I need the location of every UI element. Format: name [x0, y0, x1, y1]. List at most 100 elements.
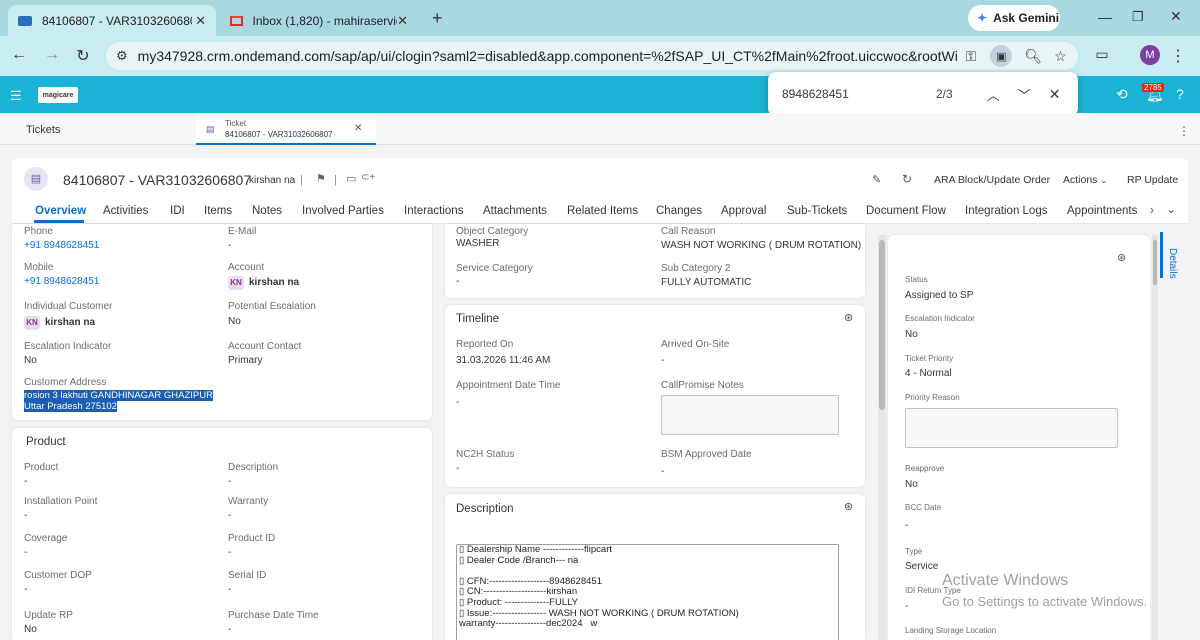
- phone-label: Phone: [24, 226, 53, 237]
- header-tab-activities[interactable]: Activities: [103, 205, 148, 217]
- rp-update-button[interactable]: RP Update: [1127, 174, 1178, 186]
- close-tab-icon[interactable]: ✕: [195, 13, 206, 29]
- zoom-icon[interactable]: 🔍︎: [1024, 48, 1042, 65]
- product-field-value: -: [228, 510, 232, 521]
- reported-on-label: Reported On: [456, 339, 514, 350]
- email-label: E-Mail: [228, 226, 257, 237]
- chrome-menu-icon[interactable]: ⋮: [1166, 46, 1190, 66]
- header-tab-interactions[interactable]: Interactions: [404, 205, 463, 217]
- restore-icon[interactable]: ❐: [1132, 9, 1144, 25]
- find-previous-icon[interactable]: ︿: [987, 85, 1000, 104]
- status-label: Status: [905, 275, 928, 284]
- panel-settings-icon[interactable]: ⊛: [1117, 251, 1126, 264]
- find-next-icon[interactable]: ﹀: [1018, 85, 1031, 104]
- reapprove-label: Reapprove: [905, 464, 945, 473]
- browser-tab-gmail[interactable]: Inbox (1,820) - mahiraservicepo ✕: [220, 5, 418, 36]
- minimize-icon[interactable]: —: [1098, 9, 1112, 25]
- header-tab-appointments[interactable]: Appointments: [1067, 205, 1137, 217]
- header-tab-integration-logs[interactable]: Integration Logs: [965, 205, 1047, 217]
- product-field-value: -: [228, 624, 232, 635]
- forward-icon[interactable]: →: [40, 46, 64, 64]
- address-bar[interactable]: ⚙ my347928.crm.ondemand.com/sap/ap/ui/cl…: [106, 42, 1078, 70]
- phone-value[interactable]: +91 8948628451: [24, 240, 99, 251]
- call-reason-value: WASH NOT WORKING ( DRUM ROTATION): [661, 240, 862, 251]
- email-value: -: [228, 240, 232, 251]
- edit-icon[interactable]: ✎: [872, 173, 881, 186]
- reload-icon[interactable]: ↻: [71, 46, 95, 66]
- mobile-value[interactable]: +91 8948628451: [24, 276, 99, 287]
- back-icon[interactable]: ←: [7, 46, 31, 64]
- product-field-value: -: [24, 510, 28, 521]
- header-tab-changes[interactable]: Changes: [656, 205, 702, 217]
- header-tab-notes[interactable]: Notes: [252, 205, 282, 217]
- product-card: [12, 428, 432, 640]
- account-value[interactable]: KN kirshan na: [228, 276, 299, 290]
- bookmark-star-icon[interactable]: ☆: [1054, 48, 1067, 65]
- description-textarea[interactable]: ▯ Dealership Name -------------flipcart ▯…: [456, 544, 839, 640]
- header-separator: |: [300, 174, 303, 186]
- comment-icon[interactable]: ▭: [346, 172, 356, 185]
- gmail-favicon-icon: [230, 15, 243, 26]
- account-label: Account: [228, 262, 265, 273]
- close-window-icon[interactable]: ✕: [1170, 8, 1182, 25]
- header-tab-attachments[interactable]: Attachments: [483, 205, 547, 217]
- refresh-icon[interactable]: ↻: [902, 172, 912, 186]
- product-field-value: No: [24, 624, 37, 635]
- type-label: Type: [905, 547, 923, 556]
- header-tab-overview[interactable]: Overview: [35, 205, 86, 217]
- collapse-header-icon[interactable]: ⌄: [1166, 202, 1176, 216]
- recent-history-icon[interactable]: ⟲: [1116, 86, 1128, 103]
- scrollbar-thumb[interactable]: [879, 240, 885, 410]
- tabs-scroll-right-icon[interactable]: ›: [1150, 203, 1154, 217]
- sub-category-2-label: Sub Category 2: [661, 263, 731, 274]
- header-customer[interactable]: kirshan na: [249, 175, 295, 186]
- ask-gemini-button[interactable]: ✦ Ask Gemini: [968, 5, 1060, 31]
- header-tab-document-flow[interactable]: Document Flow: [866, 205, 946, 217]
- reported-on-value: 31.03.2026 11:46 AM: [456, 355, 551, 366]
- cast-icon[interactable]: ▭: [1090, 46, 1114, 63]
- password-key-icon[interactable]: ⚿: [966, 48, 977, 65]
- individual-customer-value[interactable]: KN kirshan na: [24, 316, 95, 330]
- customer-address-line2: Uttar Pradesh 275102: [24, 401, 117, 412]
- card-settings-icon[interactable]: ⊛: [844, 500, 853, 513]
- flag-icon[interactable]: ⚑: [316, 172, 326, 185]
- header-tab-approval[interactable]: Approval: [721, 205, 766, 217]
- find-close-icon[interactable]: ✕: [1049, 86, 1061, 103]
- find-input[interactable]: 8948628451: [782, 87, 922, 101]
- reapprove-value: No: [905, 479, 918, 490]
- header-tab-sub-tickets[interactable]: Sub-Tickets: [787, 205, 847, 217]
- details-scrollbar[interactable]: [1152, 235, 1158, 640]
- hamburger-menu-icon[interactable]: ☰: [10, 88, 22, 104]
- add-tag-icon[interactable]: ⊂+: [361, 172, 375, 183]
- tabs-overflow-icon[interactable]: ⋮: [1178, 124, 1190, 138]
- header-tab-involved-parties[interactable]: Involved Parties: [302, 205, 384, 217]
- profile-avatar[interactable]: M: [1140, 45, 1160, 65]
- ticket-detail-tab[interactable]: ▤ Ticket 84106807 - VAR31032606807 ✕: [196, 114, 376, 145]
- help-icon[interactable]: ?: [1176, 86, 1184, 102]
- avatar: KN: [24, 316, 40, 330]
- product-field-label: Warranty: [228, 496, 269, 507]
- actions-menu-button[interactable]: Actions ⌄: [1063, 174, 1107, 186]
- google-lens-icon[interactable]: ▣: [990, 45, 1013, 67]
- header-tab-items[interactable]: Items: [204, 205, 232, 217]
- card-settings-icon[interactable]: ⊛: [844, 311, 853, 324]
- site-settings-icon[interactable]: ⚙: [116, 48, 128, 64]
- arrived-on-site-value: -: [661, 355, 665, 366]
- sap-favicon-icon: [18, 15, 32, 26]
- ara-block-button[interactable]: ARA Block/Update Order: [934, 174, 1050, 186]
- priority-reason-field[interactable]: [905, 408, 1118, 448]
- product-field-label: Customer DOP: [24, 570, 92, 581]
- header-tab-related-items[interactable]: Related Items: [567, 205, 638, 217]
- close-tab-icon[interactable]: ✕: [397, 13, 408, 29]
- new-tab-icon[interactable]: +: [432, 8, 443, 29]
- details-scrollbar-thumb[interactable]: [1153, 240, 1157, 285]
- details-side-tab[interactable]: Details: [1167, 248, 1178, 279]
- close-ticket-tab-icon[interactable]: ✕: [354, 123, 362, 134]
- ticket-tab-label: Ticket: [225, 119, 247, 128]
- header-tab-idi[interactable]: IDI: [170, 205, 185, 217]
- callpromise-notes-field[interactable]: [661, 395, 839, 435]
- browser-tab-title: Inbox (1,820) - mahiraservicepo: [252, 13, 398, 28]
- tickets-tab[interactable]: Tickets: [26, 124, 60, 136]
- callpromise-notes-label: CallPromise Notes: [661, 380, 744, 391]
- browser-tab-ticket[interactable]: 84106807 - VAR31032606807 - ✕: [8, 5, 216, 36]
